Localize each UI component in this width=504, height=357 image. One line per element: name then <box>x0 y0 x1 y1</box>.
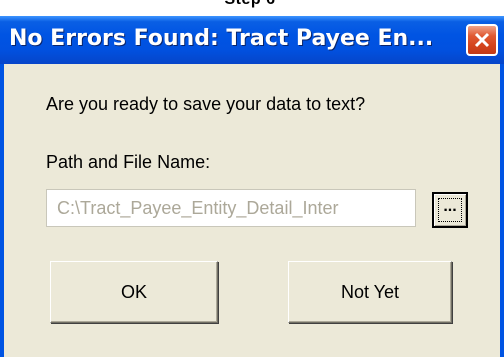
window-border-right <box>500 64 504 357</box>
browse-button[interactable]: ... <box>432 192 468 228</box>
window-border-left <box>0 64 4 357</box>
path-input[interactable]: C:\Tract_Payee_Entity_Detail_Inter <box>46 189 416 227</box>
path-label: Path and File Name: <box>46 152 211 172</box>
dialog-window: No Errors Found: Tract Payee En... Are y… <box>0 16 504 357</box>
close-button[interactable] <box>466 24 498 56</box>
save-question: Are you ready to save your data to text? <box>46 94 366 114</box>
close-icon <box>474 32 490 48</box>
step-label: Step 6 <box>190 0 310 9</box>
title-bar[interactable]: No Errors Found: Tract Payee En... <box>0 16 504 64</box>
ok-button[interactable]: OK <box>50 261 218 323</box>
not-yet-button[interactable]: Not Yet <box>288 261 452 323</box>
page: Step 6 No Errors Found: Tract Payee En..… <box>0 0 504 357</box>
browse-focus-ring <box>438 198 462 222</box>
dialog-title: No Errors Found: Tract Payee En... <box>9 26 434 51</box>
